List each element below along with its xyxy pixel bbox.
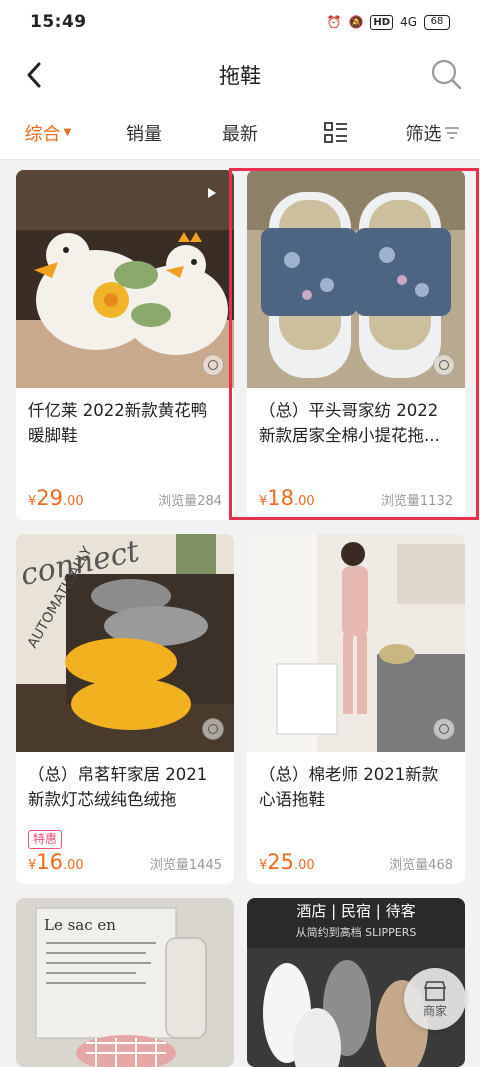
tab-comprehensive[interactable]: 综合 ▼ <box>0 120 96 146</box>
back-arrow-icon[interactable] <box>20 58 50 92</box>
page-title: 拖鞋 <box>219 64 261 88</box>
price-dec: .00 <box>294 494 315 509</box>
product-card[interactable]: 仟亿莱 2022新款黄花鸭暖脚鞋 ¥29.00 浏览量284 <box>16 170 234 520</box>
product-card[interactable]: Le sac en <box>16 898 234 1067</box>
price-row: ¥29.00 浏览量284 <box>28 486 222 510</box>
price: ¥16.00 <box>28 850 84 874</box>
image-search-icon[interactable] <box>433 718 455 740</box>
tab-filter[interactable]: 筛选 <box>384 120 480 146</box>
image-search-icon[interactable] <box>202 354 224 376</box>
duck-slipper-photo <box>16 170 234 388</box>
price-row: ¥25.00 浏览量468 <box>259 850 453 874</box>
price-dec: .00 <box>63 858 84 873</box>
search-icon[interactable] <box>430 58 462 90</box>
promo-badge: 特惠 <box>28 830 63 849</box>
product-image: Le sac en <box>16 898 234 1067</box>
price-dec: .00 <box>63 494 84 509</box>
corduroy-slipper-photo: connect AUTOMATICALLY <box>16 534 234 752</box>
price: ¥18.00 <box>259 486 315 510</box>
tab-sales[interactable]: 销量 <box>96 120 192 146</box>
caret-down-icon: ▼ <box>63 127 72 138</box>
price-int: 29 <box>36 486 64 510</box>
tab-label: 销量 <box>126 123 162 145</box>
product-name: 仟亿莱 2022新款黄花鸭暖脚鞋 <box>28 401 208 445</box>
image-search-icon[interactable] <box>202 718 224 740</box>
mute-icon: 🔕 <box>348 15 364 29</box>
checkered-slipper-photo: Le sac en <box>16 898 234 1067</box>
product-name: （总）帛茗轩家居 2021新款灯芯绒纯色绒拖 <box>28 765 208 809</box>
merchant-button[interactable]: 商家 <box>404 968 466 1030</box>
tab-label: 综合 <box>24 123 61 145</box>
bedroom-model-photo <box>247 534 465 752</box>
signal-icon: 4G <box>400 15 417 29</box>
view-count: 浏览量468 <box>389 858 453 873</box>
product-image <box>247 534 465 752</box>
sort-tabs: 综合 ▼ 销量 最新 筛选 <box>0 106 480 160</box>
nav-bar: 拖鞋 <box>0 44 480 106</box>
price-int: 18 <box>267 486 295 510</box>
image-search-icon[interactable] <box>433 354 455 376</box>
price: ¥25.00 <box>259 850 315 874</box>
price-row: ¥16.00 浏览量1445 <box>28 850 222 874</box>
filter-icon <box>444 126 459 139</box>
price-dec: .00 <box>294 858 315 873</box>
battery-icon: 68 <box>424 14 450 30</box>
image-banner-subtext: 从简约到高档 SLIPPERS <box>296 925 417 939</box>
blue-floral-slipper-photo <box>247 170 465 388</box>
product-image <box>247 170 465 388</box>
image-banner-text: 酒店 | 民宿 | 待客 <box>296 902 415 920</box>
alarm-icon: ⏰ <box>326 15 342 29</box>
product-name: （总）平头哥家纺 2022新款居家全棉小提花拖... <box>259 401 440 445</box>
product-card[interactable]: connect AUTOMATICALLY （总）帛茗轩家居 2021新款灯芯绒… <box>16 534 234 884</box>
status-bar: 15:49 ⏰ 🔕 HD 4G 68 <box>0 0 480 44</box>
price-row: ¥18.00 浏览量1132 <box>259 486 453 510</box>
layout-toggle[interactable] <box>288 121 384 144</box>
price-int: 25 <box>267 850 295 874</box>
list-layout-icon <box>324 121 347 143</box>
store-icon <box>423 980 447 1001</box>
view-count: 浏览量1445 <box>149 858 222 873</box>
merchant-label: 商家 <box>422 1003 447 1018</box>
tab-label: 筛选 <box>405 123 442 145</box>
view-count: 浏览量284 <box>158 494 222 509</box>
tab-label: 最新 <box>222 123 258 145</box>
status-icons: ⏰ 🔕 HD 4G 68 <box>326 14 450 30</box>
product-card[interactable]: （总）平头哥家纺 2022新款居家全棉小提花拖... ¥18.00 浏览量113… <box>247 170 465 520</box>
price-int: 16 <box>36 850 64 874</box>
tab-newest[interactable]: 最新 <box>192 120 288 146</box>
view-count: 浏览量1132 <box>380 494 453 509</box>
price: ¥29.00 <box>28 486 84 510</box>
product-name: （总）棉老师 2021新款心语拖鞋 <box>259 765 439 809</box>
status-time: 15:49 <box>30 12 87 32</box>
hd-icon: HD <box>370 14 394 30</box>
product-card[interactable]: （总）棉老师 2021新款心语拖鞋 ¥25.00 浏览量468 <box>247 534 465 884</box>
video-play-icon <box>208 188 216 198</box>
product-image <box>16 170 234 388</box>
product-image: connect AUTOMATICALLY <box>16 534 234 752</box>
image-brand-text: Le sac en <box>44 916 116 934</box>
